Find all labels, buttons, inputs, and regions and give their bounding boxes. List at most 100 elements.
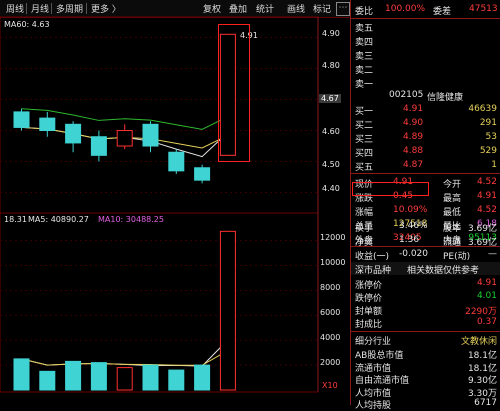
stat-value: 4.52	[476, 177, 497, 187]
webi-label: 委比	[355, 7, 374, 17]
stat-label: 今开	[443, 180, 462, 190]
y-tick: 4.60	[322, 127, 340, 136]
buy-level-row: 买一 4.91 46639	[351, 103, 500, 117]
volume-bar	[219, 230, 236, 391]
sell-level-3: 卖三	[351, 48, 500, 62]
divider	[351, 173, 500, 174]
industry-value[interactable]: 文教休闲	[461, 334, 497, 347]
webi-row: 委比 100.00% 委差 47513	[351, 3, 500, 17]
vol-y-tick: 8000	[320, 283, 341, 292]
buy-level-label: 买四	[355, 149, 374, 159]
stock-app-window: 周线 月线 多周期 更多 〉 复权 叠加 统计 画线 标记 ⋯ MA60: 4.…	[0, 0, 500, 411]
buy-level-row: 买三 4.89 53	[351, 131, 500, 145]
market-cap-row: 人均持股 6717	[351, 397, 500, 411]
stat-value: 10.09%	[393, 205, 428, 215]
highlight-box	[218, 24, 250, 162]
buy-level-volume: 53	[485, 132, 497, 142]
stat-label: 最高	[443, 194, 462, 204]
stat-value: 3.69亿	[467, 224, 497, 234]
webi-value: 100.00%	[385, 4, 426, 14]
vol-y-tick: 4000	[320, 333, 341, 342]
weicha-label: 委差	[433, 7, 452, 17]
volume-bar	[39, 370, 56, 391]
candle-down	[90, 136, 107, 156]
industry-label: 细分行业	[355, 337, 392, 347]
stat-label: 流通	[443, 238, 462, 248]
ma60-label: MA60: 4.63	[4, 20, 50, 29]
buy-level-volume: 46639	[468, 104, 497, 114]
board-header: 深市品种 相关数据仅供参考	[351, 262, 500, 276]
stat-label: PE(动)	[443, 252, 471, 262]
y-tick: 4.50	[322, 160, 340, 169]
sell-level-label: 卖四	[355, 38, 374, 48]
sell-level-label: 卖二	[355, 66, 374, 76]
stock-name: 信隆健康	[427, 93, 464, 103]
volume-label: 18.31	[4, 215, 27, 224]
volume-ma10-line	[21, 349, 229, 366]
candle-down	[194, 167, 211, 181]
change-pct-highlight	[352, 182, 429, 196]
stock-code: 002105	[389, 90, 424, 100]
buy-level-row: 买四 4.88 529	[351, 145, 500, 159]
limit-value: 4.01	[476, 291, 497, 301]
y-tick: 4.40	[322, 184, 340, 193]
stat-value: 4.91	[476, 191, 497, 201]
sell-level-label: 卖三	[355, 52, 374, 62]
vol-y-tick: 2000	[320, 358, 341, 367]
stat-label: 最低	[443, 208, 462, 218]
vol-y-tick: 12000	[320, 233, 346, 242]
market-cap-value: 6717	[474, 398, 497, 408]
weicha-value: 47513	[469, 4, 498, 14]
fundamental-row: 换手 3.46% 股本 3.69亿	[351, 220, 500, 234]
buy-level-label: 买二	[355, 121, 374, 131]
volume-bar	[13, 358, 30, 391]
stat-value: -0.020	[399, 249, 429, 259]
sell-level-label: 卖五	[355, 24, 374, 34]
candle-down	[168, 151, 185, 172]
volume-bar	[90, 362, 107, 391]
stat-value: 4.52	[476, 205, 497, 215]
limit-row: 涨停价 4.91	[351, 277, 500, 291]
ma10-label: MA10: 30488.25	[98, 215, 164, 224]
y-tick: 4.90	[322, 29, 340, 38]
vol-y-tick: 10000	[320, 258, 346, 267]
buy-level-volume: 529	[479, 146, 497, 156]
buy-level-price: 4.88	[403, 146, 424, 156]
buy-level-price: 4.91	[403, 104, 424, 114]
candle-up	[116, 130, 133, 147]
candle-down	[65, 123, 82, 144]
limit-value: 4.91	[476, 278, 497, 288]
fundamental-row: 净资 1.36 流通 3.69亿	[351, 234, 500, 248]
vol-unit: X10	[322, 381, 338, 390]
volume-bar	[194, 364, 211, 391]
fundamental-row: 收益(一) -0.020 PE(动) —	[351, 248, 500, 262]
sell-level-1: 卖一	[351, 76, 500, 90]
buy-level-volume: 291	[479, 118, 497, 128]
buy-level-label: 买五	[355, 163, 374, 173]
industry-row: 细分行业 文教休闲	[351, 333, 500, 347]
limit-row: 封成比 0.37	[351, 316, 500, 330]
stat-label: 换手	[355, 224, 374, 234]
volume-bar	[142, 364, 159, 391]
volume-bar	[116, 367, 133, 391]
vol-y-tick: 6000	[320, 308, 341, 317]
current-price-tag: 4.67	[319, 94, 341, 103]
volume-bar	[168, 369, 185, 391]
volume-bar	[65, 360, 82, 391]
stat-value: 3.46%	[399, 221, 428, 231]
sell-level-2: 卖二	[351, 62, 500, 76]
ma5-label: MA5: 40890.27	[28, 215, 89, 224]
price-volume-chart	[0, 16, 319, 393]
limit-label: 封成比	[355, 320, 383, 330]
y-tick: 4.80	[322, 61, 340, 70]
buy-level-price: 4.89	[403, 132, 424, 142]
volume-ma5-line	[21, 339, 229, 367]
divider	[351, 18, 500, 19]
buy-level-label: 买三	[355, 135, 374, 145]
divider	[351, 331, 500, 332]
stat-row: 涨幅 10.09% 最低 4.52	[351, 204, 500, 218]
stock-title: 002105 信隆健康	[351, 89, 500, 103]
buy-level-row: 买五 4.87 1	[351, 159, 500, 173]
stat-label: 涨幅	[355, 208, 374, 218]
stat-label: 收益(一)	[355, 252, 390, 262]
